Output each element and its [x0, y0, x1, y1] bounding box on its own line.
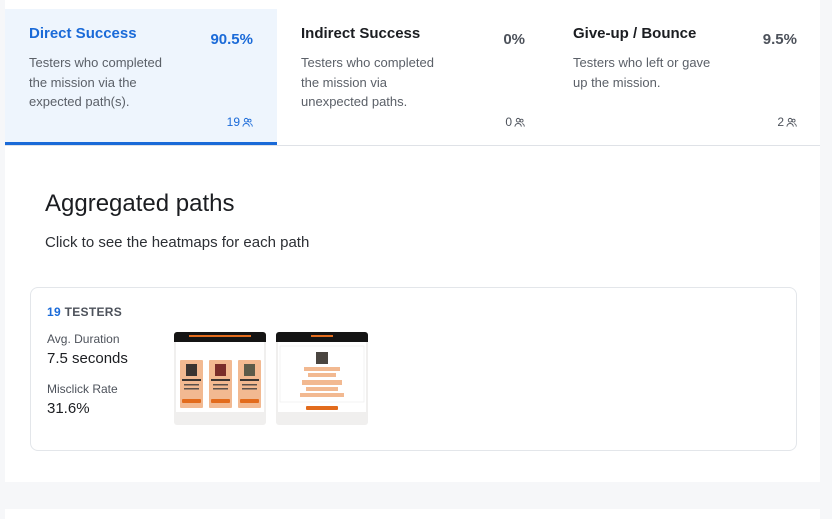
count-value: 19	[226, 115, 240, 129]
tab-title: Direct Success	[29, 25, 137, 42]
tab-give-up-bounce[interactable]: Give-up / Bounce 9.5% Testers who left o…	[549, 9, 821, 145]
tab-percent: 9.5%	[762, 31, 797, 48]
tab-direct-success[interactable]: Direct Success 90.5% Testers who complet…	[5, 9, 277, 145]
tab-title: Give-up / Bounce	[573, 25, 697, 42]
thumbnail-page	[278, 342, 366, 412]
tester-count: 19	[227, 115, 253, 129]
thumbnail-header	[276, 332, 368, 342]
screen-thumbnail-2[interactable]	[276, 332, 368, 425]
tab-description: Testers who left or gave up the mission.	[573, 55, 711, 90]
people-icon	[514, 117, 525, 128]
thumbnail-page	[176, 342, 264, 412]
path-testers-count: 19	[47, 305, 61, 319]
thumbnail-header	[174, 332, 266, 342]
tab-description: Testers who completed the mission via un…	[301, 55, 434, 109]
people-icon	[242, 117, 253, 128]
outcome-tabs: Direct Success 90.5% Testers who complet…	[5, 9, 820, 146]
tab-description: Testers who completed the mission via th…	[29, 55, 162, 109]
tab-percent: 90.5%	[210, 31, 253, 48]
avg-duration-value: 7.5 seconds	[47, 350, 128, 367]
tester-count: 2	[777, 115, 797, 129]
section-title: Aggregated paths	[45, 190, 235, 217]
misclick-rate-label: Misclick Rate	[47, 382, 118, 396]
path-testers-label: TESTERS	[64, 305, 123, 319]
section-subtitle: Click to see the heatmaps for each path	[45, 234, 310, 251]
avg-duration-label: Avg. Duration	[47, 332, 120, 346]
people-icon	[786, 117, 797, 128]
next-panel-edge	[5, 509, 820, 519]
tab-indirect-success[interactable]: Indirect Success 0% Testers who complete…	[277, 9, 549, 145]
screen-thumbnail-1[interactable]	[174, 332, 266, 425]
tab-percent: 0%	[503, 31, 525, 48]
count-value: 0	[505, 115, 512, 129]
path-testers: 19 TESTERS	[47, 305, 122, 319]
tester-count: 0	[505, 115, 525, 129]
aggregated-path-card[interactable]: 19 TESTERS Avg. Duration 7.5 seconds Mis…	[30, 287, 797, 451]
count-value: 2	[777, 115, 784, 129]
misclick-rate-value: 31.6%	[47, 400, 90, 417]
tab-title: Indirect Success	[301, 25, 421, 42]
results-panel: Direct Success 90.5% Testers who complet…	[5, 0, 820, 482]
